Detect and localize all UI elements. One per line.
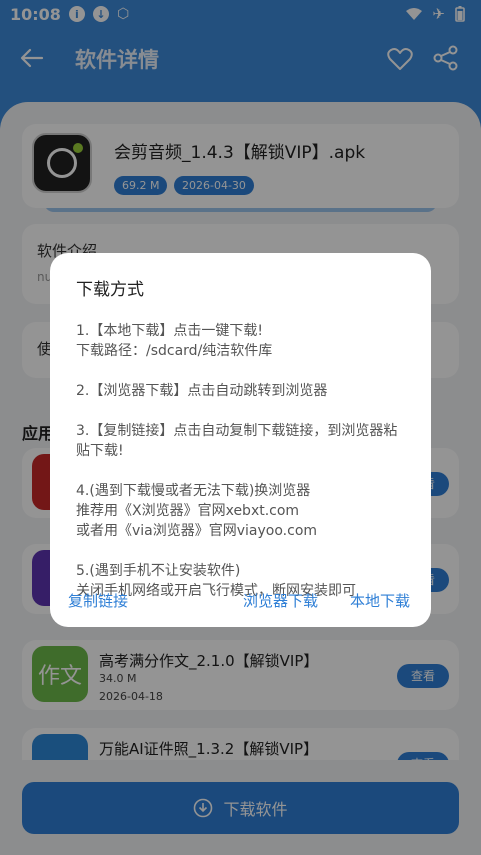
dialog-body: 1.【本地下载】点击一键下载! 下载路径：/sdcard/纯洁软件库 2.【浏览… [76,321,406,601]
dialog-line: 3.【复制链接】点击自动复制下载链接，到浏览器粘贴下载! [76,423,398,459]
dialog-line: 1.【本地下载】点击一键下载! 下载路径：/sdcard/纯洁软件库 [76,323,273,359]
copy-link-button[interactable]: 复制链接 [68,590,128,611]
browser-download-button[interactable]: 浏览器下载 [243,590,318,611]
local-download-button[interactable]: 本地下载 [350,590,410,611]
dialog-title: 下载方式 [76,280,144,300]
dialog-line: 2.【浏览器下载】点击自动跳转到浏览器 [76,383,328,399]
dialog-line: 4.(遇到下载慢或者无法下载)换浏览器 推荐用《X浏览器》官网xebxt.com… [76,483,318,539]
download-method-dialog: 下载方式 1.【本地下载】点击一键下载! 下载路径：/sdcard/纯洁软件库 … [50,253,431,627]
